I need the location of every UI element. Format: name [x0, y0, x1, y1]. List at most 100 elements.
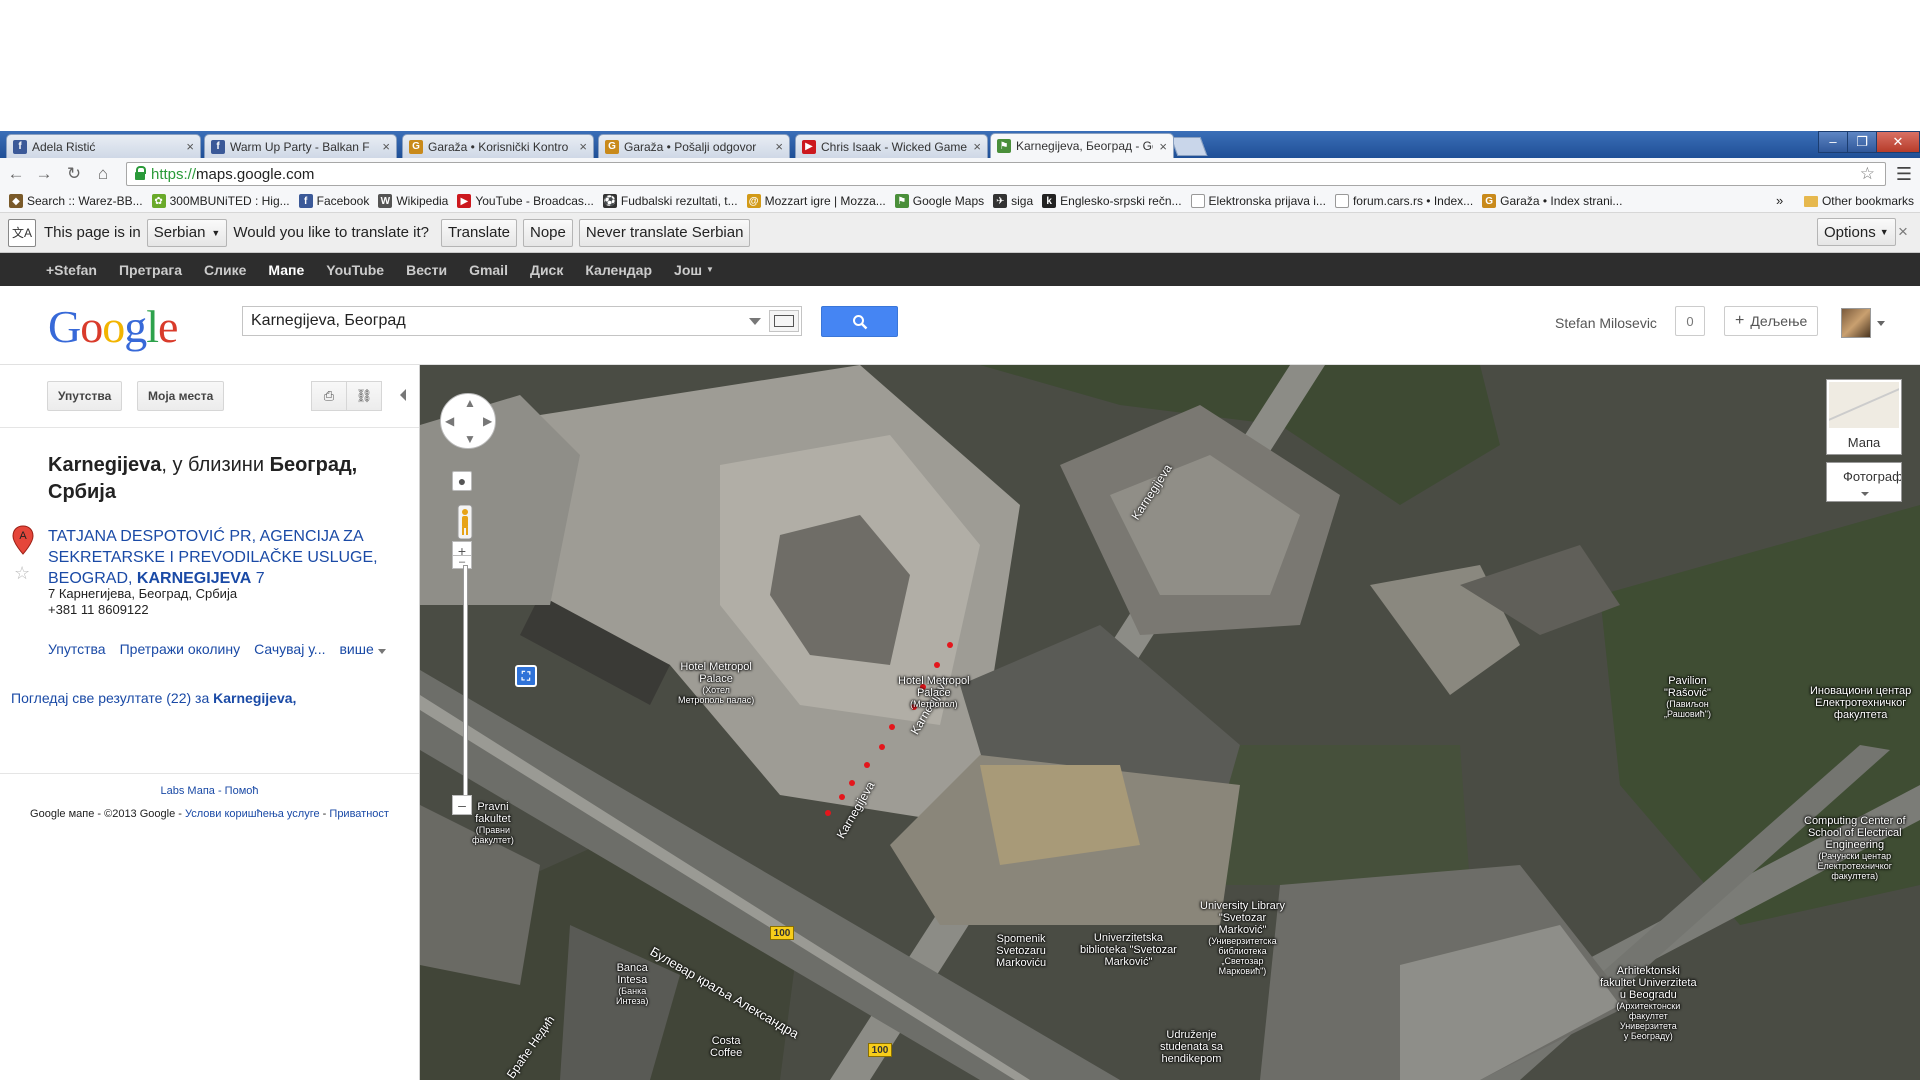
bookmark-item[interactable]: @ Mozzart igre | Mozza... — [746, 194, 886, 208]
result-link[interactable]: TATJANA DESPOTOVIĆ PR, AGENCIJA ZA SEKRE… — [48, 526, 408, 589]
bookmark-item[interactable]: ◆ Search :: Warez-BB... — [9, 194, 143, 208]
browser-tab[interactable]: ⚑ Karnegijeva, Београд - Go × — [990, 133, 1174, 158]
bookmark-item[interactable]: ▶ YouTube - Broadcas... — [457, 194, 594, 208]
poi-label[interactable]: Computing Center of School of Electrical… — [1804, 815, 1906, 881]
poi-label[interactable]: Иновациони центар Електротехничког факул… — [1810, 685, 1911, 721]
bookmark-star-icon[interactable]: ☆ — [1860, 164, 1875, 184]
bookmark-item[interactable]: ✿ 300MBUNiTED : Hig... — [151, 194, 290, 208]
poi-label[interactable]: Banca Intesa (Банка Интеза) — [616, 962, 648, 1006]
poi-label[interactable]: Costa Coffee — [710, 1035, 742, 1059]
privacy-link[interactable]: Приватност — [329, 808, 389, 820]
my-places-button[interactable]: Моја места — [137, 381, 225, 411]
poi-label[interactable]: Pravni fakultet (Правни факултет) — [472, 801, 514, 845]
bookmark-item[interactable]: Elektronska prijava i... — [1190, 194, 1326, 208]
close-tab-icon[interactable]: × — [973, 139, 981, 154]
poi-label[interactable]: Univerzitetska biblioteka "Svetozar Mark… — [1080, 932, 1177, 968]
new-tab-button[interactable] — [1170, 137, 1208, 156]
directions-button[interactable]: Упутства — [47, 381, 123, 411]
gbar-item[interactable]: Још — [674, 262, 702, 278]
browser-tab[interactable]: G Garaža • Pošalji odgovor × — [598, 134, 790, 158]
avatar[interactable] — [1841, 308, 1871, 338]
chevron-down-icon[interactable] — [1877, 321, 1885, 326]
pan-up-icon[interactable]: ▲ — [464, 396, 476, 410]
map-type-satellite-button[interactable]: Фотографија — [1826, 462, 1902, 502]
poi-label[interactable]: Pavilion "Rašović" (Павиљон „Рашовић") — [1664, 675, 1711, 719]
close-tab-icon[interactable]: × — [579, 139, 587, 154]
never-translate-button[interactable]: Never translate Serbian — [578, 218, 751, 247]
close-infobar-icon[interactable]: × — [1898, 222, 1908, 242]
action-save-link[interactable]: Сачувај у... — [254, 641, 325, 657]
action-search-nearby-link[interactable]: Претражи околину — [120, 641, 241, 657]
zoom-slider-handle[interactable]: ‒ — [452, 555, 472, 569]
satellite-map[interactable]: ▲ ▼ ◀ ▶ ● + ‒ – Мапа Фотографија Karnegi… — [420, 365, 1920, 1080]
help-link[interactable]: Помоћ — [225, 785, 259, 797]
minimize-button[interactable]: – — [1818, 131, 1848, 153]
gbar-item[interactable]: Gmail — [469, 262, 508, 278]
bus-stop-icon[interactable]: ⛶ — [515, 665, 537, 687]
poi-label[interactable]: Arhitektonski fakultet Univerziteta u Be… — [1600, 965, 1697, 1041]
bookmark-item[interactable]: ⚑ Google Maps — [894, 194, 984, 208]
reload-icon[interactable]: ↻ — [64, 164, 84, 184]
terms-link[interactable]: Услови коришћења услуге — [185, 808, 320, 820]
zoom-out-button[interactable]: – — [452, 795, 472, 815]
pan-right-icon[interactable]: ▶ — [483, 414, 492, 428]
gbar-item[interactable]: Вести — [406, 262, 447, 278]
gbar-item[interactable]: Календар — [585, 262, 652, 278]
pan-down-icon[interactable]: ▼ — [464, 432, 476, 446]
bookmark-item[interactable]: f Facebook — [298, 194, 369, 208]
collapse-panel-icon[interactable] — [400, 389, 406, 401]
map-type-map-button[interactable]: Мапа — [1826, 379, 1902, 455]
marker-a-icon[interactable]: A — [12, 525, 34, 555]
pegman-icon[interactable] — [457, 505, 473, 539]
gbar-item[interactable]: Мапе — [268, 262, 304, 278]
address-bar[interactable]: https:// maps.google.com ☆ — [126, 162, 1886, 186]
maximize-button[interactable]: ❐ — [1847, 131, 1877, 153]
star-icon[interactable]: ☆ — [14, 563, 30, 584]
poi-label[interactable]: Hotel Metropol Palace (Метропол) — [898, 675, 970, 709]
bookmark-item[interactable]: G Garaža • Index strani... — [1482, 194, 1622, 208]
bookmark-item[interactable]: ⚽ Fudbalski rezultati, t... — [602, 194, 738, 208]
back-arrow-icon[interactable]: ← — [6, 164, 26, 184]
nope-button[interactable]: Nope — [523, 218, 573, 247]
close-window-button[interactable]: ✕ — [1876, 131, 1920, 153]
action-more-link[interactable]: више — [339, 641, 385, 657]
keyboard-icon[interactable] — [769, 310, 799, 332]
browser-tab[interactable]: G Garaža • Korisnički Kontro × — [402, 134, 594, 158]
close-tab-icon[interactable]: × — [1159, 139, 1167, 154]
gbar-item[interactable]: Претрага — [119, 262, 182, 278]
home-icon[interactable]: ⌂ — [93, 164, 113, 184]
action-directions-link[interactable]: Упутства — [48, 641, 106, 657]
translate-options-button[interactable]: Options ▼ — [1817, 218, 1896, 246]
bookmarks-overflow-chevron[interactable]: » — [1776, 193, 1783, 208]
close-tab-icon[interactable]: × — [382, 139, 390, 154]
other-bookmarks[interactable]: Other bookmarks — [1803, 194, 1914, 208]
browser-tab[interactable]: f Adela Ristić × — [6, 134, 201, 158]
wrench-menu-icon[interactable]: ☰ — [1896, 164, 1912, 185]
reset-view-icon[interactable]: ● — [452, 471, 472, 491]
gbar-item[interactable]: YouTube — [326, 262, 384, 278]
zoom-slider-track[interactable] — [463, 565, 468, 797]
notification-count[interactable]: 0 — [1675, 306, 1705, 336]
browser-tab[interactable]: ▶ Chris Isaak - Wicked Game × — [795, 134, 988, 158]
gbar-item[interactable]: Диск — [530, 262, 563, 278]
bookmark-item[interactable]: W Wikipedia — [378, 194, 448, 208]
close-tab-icon[interactable]: × — [775, 139, 783, 154]
close-tab-icon[interactable]: × — [186, 139, 194, 154]
labs-link[interactable]: Labs Мапа — [161, 785, 215, 797]
google-logo[interactable]: Google — [48, 300, 178, 353]
browser-tab[interactable]: f Warm Up Party - Balkan F × — [204, 134, 397, 158]
link-icon[interactable]: ⛓ — [346, 381, 382, 411]
bookmark-item[interactable]: k Englesko-srpski rečn... — [1042, 194, 1182, 208]
share-button[interactable]: + Дељење — [1724, 306, 1819, 336]
gbar-item[interactable]: Слике — [204, 262, 246, 278]
bookmark-item[interactable]: forum.cars.rs • Index... — [1334, 194, 1473, 208]
bookmark-item[interactable]: ✈ siga — [993, 194, 1033, 208]
gbar-item[interactable]: +Stefan — [46, 262, 97, 278]
forward-arrow-icon[interactable]: → — [34, 164, 54, 184]
translate-button[interactable]: Translate — [441, 218, 517, 247]
pan-control[interactable]: ▲ ▼ ◀ ▶ — [440, 393, 496, 449]
search-history-dropdown-icon[interactable] — [749, 317, 761, 325]
search-button[interactable] — [821, 306, 898, 337]
poi-label[interactable]: University Library "Svetozar Marković" (У… — [1200, 900, 1285, 976]
poi-label[interactable]: Spomenik Svetozaru Markoviću — [996, 933, 1046, 969]
